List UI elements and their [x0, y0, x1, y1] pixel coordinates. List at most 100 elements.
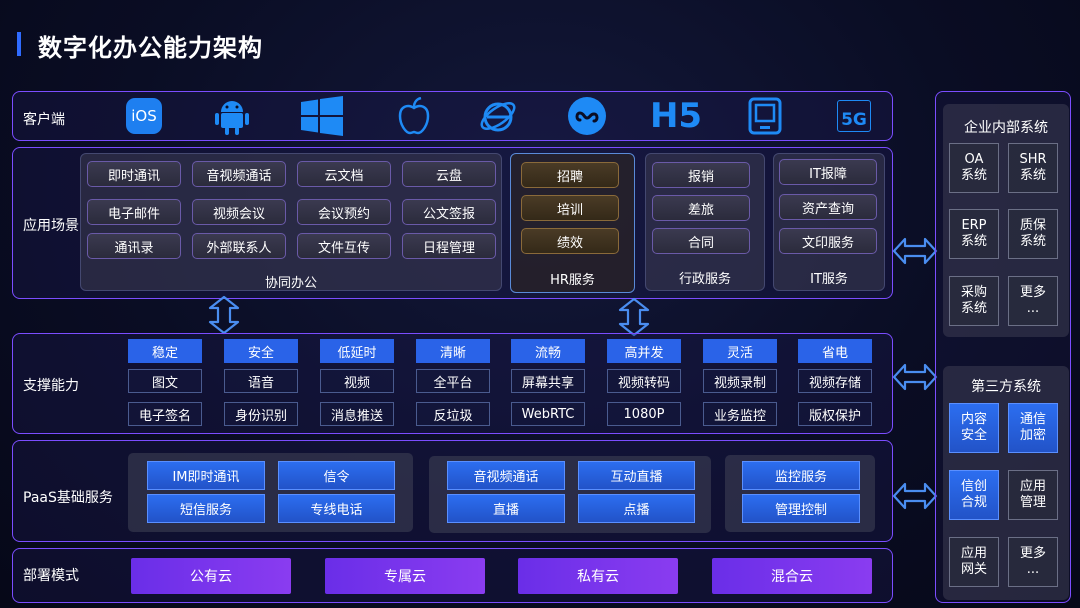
app-chip[interactable]: 日程管理 — [402, 233, 496, 259]
admin-chip[interactable]: 差旅 — [652, 195, 750, 221]
admin-chip[interactable]: 报销 — [652, 162, 750, 188]
capability-keyword: 安全 — [224, 339, 298, 363]
support-row-label: 支撑能力 — [23, 378, 79, 394]
app-chip[interactable]: 公文签报 — [402, 199, 496, 225]
capability-keyword: 清晰 — [416, 339, 490, 363]
admin-label: 行政服务 — [678, 272, 731, 287]
apple-icon — [396, 96, 432, 136]
5g-icon: 5G — [834, 96, 874, 136]
horizontal-double-arrow-icon — [892, 237, 938, 265]
capability-item[interactable]: 身份识别 — [224, 402, 298, 426]
it-chip[interactable]: 文印服务 — [779, 228, 877, 254]
capability-item[interactable]: 语音 — [224, 369, 298, 393]
app-chip[interactable]: 云盘 — [402, 161, 496, 187]
app-chip[interactable]: 云文档 — [297, 161, 391, 187]
capability-item[interactable]: 屏幕共享 — [511, 369, 585, 393]
paas-service[interactable]: 短信服务 — [147, 494, 265, 523]
deploy-option[interactable]: 混合云 — [712, 558, 872, 594]
ios-icon: iOS — [124, 96, 164, 136]
app-chip[interactable]: 音视频通话 — [192, 161, 286, 187]
vertical-double-arrow-icon — [618, 297, 650, 337]
app-chip[interactable]: 会议预约 — [297, 199, 391, 225]
capability-item[interactable]: 电子签名 — [128, 402, 202, 426]
deploy-option[interactable]: 私有云 — [518, 558, 678, 594]
internal-system-item[interactable]: 采购 系统 — [949, 276, 999, 326]
capability-keyword: 稳定 — [128, 339, 202, 363]
internal-system-item[interactable]: OA 系统 — [949, 143, 999, 193]
app-chip[interactable]: 即时通讯 — [87, 161, 181, 187]
capability-keyword: 流畅 — [511, 339, 585, 363]
capability-item[interactable]: 视频存储 — [798, 369, 872, 393]
horizontal-double-arrow-icon — [892, 363, 938, 391]
capability-keyword: 高并发 — [607, 339, 681, 363]
capability-keyword: 低延时 — [320, 339, 394, 363]
third-party-item[interactable]: 更多 ... — [1008, 537, 1058, 587]
internal-system-item[interactable]: 更多 ... — [1008, 276, 1058, 326]
app-chip[interactable]: 电子邮件 — [87, 199, 181, 225]
paas-service[interactable]: 音视频通话 — [447, 461, 565, 490]
h5-icon: H5 — [649, 96, 703, 136]
third-party-item[interactable]: 通信 加密 — [1008, 403, 1058, 453]
app-chip[interactable]: 文件互传 — [297, 233, 391, 259]
it-chip[interactable]: IT报障 — [779, 159, 877, 185]
internal-system-item[interactable]: ERP 系统 — [949, 209, 999, 259]
paas-service[interactable]: 专线电话 — [278, 494, 395, 523]
5g-icon-text: 5G — [837, 100, 871, 132]
ie-browser-icon — [478, 96, 518, 136]
capability-item[interactable]: WebRTC — [511, 402, 585, 426]
app-chip[interactable]: 视频会议 — [192, 199, 286, 225]
client-row-label: 客户端 — [23, 112, 65, 128]
hr-chip[interactable]: 绩效 — [521, 228, 619, 254]
app-row-label: 应用场景 — [23, 218, 79, 234]
page-title: 数字化办公能力架构 — [38, 34, 263, 62]
it-label: IT服务 — [810, 272, 848, 287]
capability-keyword: 省电 — [798, 339, 872, 363]
capability-item[interactable]: 反垃圾 — [416, 402, 490, 426]
third-party-item[interactable]: 信创 合规 — [949, 470, 999, 520]
ios-icon-text: iOS — [126, 98, 162, 134]
capability-item[interactable]: 消息推送 — [320, 402, 394, 426]
hr-label: HR服务 — [550, 273, 595, 288]
hr-chip[interactable]: 培训 — [521, 195, 619, 221]
horizontal-double-arrow-icon — [892, 482, 938, 510]
terminal-device-icon — [746, 96, 784, 136]
hr-chip[interactable]: 招聘 — [521, 162, 619, 188]
admin-chip[interactable]: 合同 — [652, 228, 750, 254]
paas-service[interactable]: 直播 — [447, 494, 565, 523]
vertical-double-arrow-icon — [208, 295, 240, 335]
capability-item[interactable]: 版权保护 — [798, 402, 872, 426]
deploy-option[interactable]: 公有云 — [131, 558, 291, 594]
capability-item[interactable]: 视频 — [320, 369, 394, 393]
paas-service[interactable]: 信令 — [278, 461, 395, 490]
internal-system-item[interactable]: SHR 系统 — [1008, 143, 1058, 193]
deploy-option[interactable]: 专属云 — [325, 558, 485, 594]
app-chip[interactable]: 通讯录 — [87, 233, 181, 259]
it-chip[interactable]: 资产查询 — [779, 194, 877, 220]
title-accent-bar — [17, 32, 21, 56]
capability-item[interactable]: 全平台 — [416, 369, 490, 393]
capability-item[interactable]: 1080P — [607, 402, 681, 426]
capability-item[interactable]: 视频转码 — [607, 369, 681, 393]
paas-service[interactable]: 点播 — [578, 494, 695, 523]
collab-label: 协同办公 — [264, 276, 317, 291]
paas-service[interactable]: 管理控制 — [742, 494, 860, 523]
windows-icon — [300, 96, 344, 136]
paas-service[interactable]: IM即时通讯 — [147, 461, 265, 490]
third-party-label: 第三方系统 — [971, 379, 1041, 395]
app-chip[interactable]: 外部联系人 — [192, 233, 286, 259]
mini-program-icon — [566, 96, 608, 136]
paas-service[interactable]: 互动直播 — [578, 461, 695, 490]
h5-icon-text: H5 — [649, 96, 703, 136]
third-party-item[interactable]: 应用 管理 — [1008, 470, 1058, 520]
third-party-item[interactable]: 内容 安全 — [949, 403, 999, 453]
android-icon — [212, 96, 252, 136]
paas-service[interactable]: 监控服务 — [742, 461, 860, 490]
deploy-row-label: 部署模式 — [23, 568, 79, 584]
capability-keyword: 灵活 — [703, 339, 777, 363]
paas-row-label: PaaS基础服务 — [23, 490, 113, 506]
internal-system-item[interactable]: 质保 系统 — [1008, 209, 1058, 259]
capability-item[interactable]: 图文 — [128, 369, 202, 393]
third-party-item[interactable]: 应用 网关 — [949, 537, 999, 587]
capability-item[interactable]: 业务监控 — [703, 402, 777, 426]
capability-item[interactable]: 视频录制 — [703, 369, 777, 393]
